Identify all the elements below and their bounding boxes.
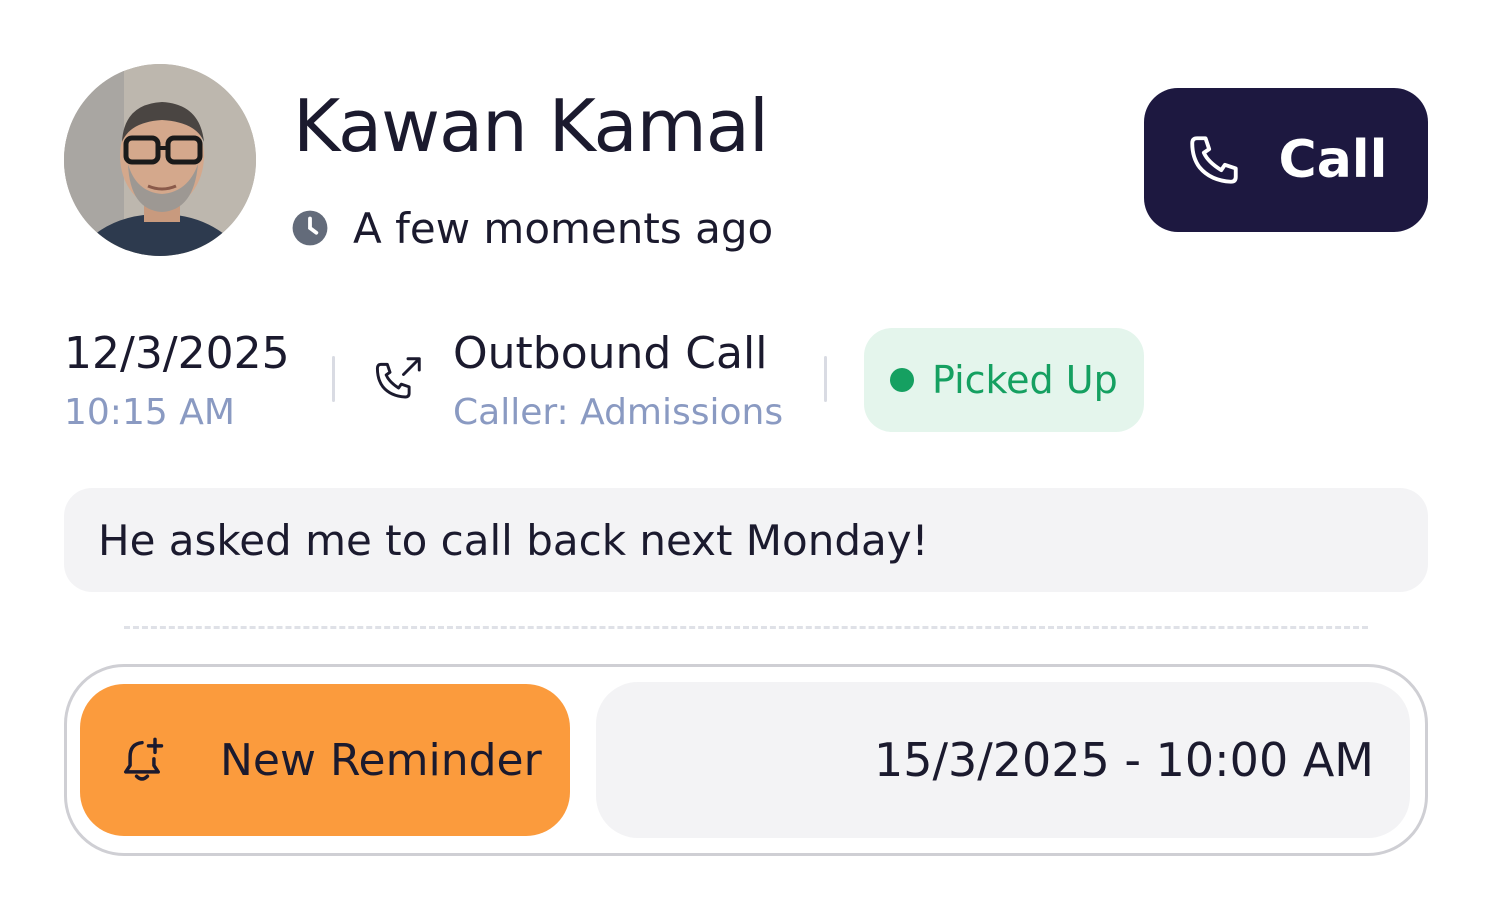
call-date: 12/3/2025 [64, 328, 290, 379]
caller-line: Caller: Admissions [453, 392, 784, 433]
last-seen-text: A few moments ago [353, 203, 774, 253]
divider [332, 356, 335, 402]
divider [824, 356, 827, 402]
last-seen: A few moments ago [291, 203, 774, 253]
call-button[interactable]: Call [1144, 88, 1428, 232]
reminder-datetime-field[interactable]: 15/3/2025 - 10:00 AM [596, 682, 1410, 838]
call-note-text: He asked me to call back next Monday! [98, 515, 929, 565]
new-reminder-label: New Reminder [220, 734, 542, 786]
status-dot [890, 368, 914, 392]
reminder-datetime-value: 15/3/2025 - 10:00 AM [873, 733, 1374, 787]
phone-icon [1189, 136, 1238, 184]
avatar-image [64, 64, 256, 256]
status-badge: Picked Up [864, 328, 1144, 432]
clock-icon [292, 210, 328, 246]
call-note: He asked me to call back next Monday! [64, 488, 1428, 592]
new-reminder-button[interactable]: New Reminder [80, 684, 570, 836]
bell-plus-icon [124, 737, 164, 781]
avatar [64, 64, 256, 256]
outgoing-call-icon [375, 357, 421, 399]
call-time: 10:15 AM [64, 392, 235, 433]
call-button-label: Call [1278, 130, 1388, 190]
dashed-separator [124, 626, 1368, 629]
contact-name: Kawan Kamal [293, 84, 769, 168]
call-type: Outbound Call [453, 328, 768, 379]
status-text: Picked Up [932, 358, 1118, 402]
